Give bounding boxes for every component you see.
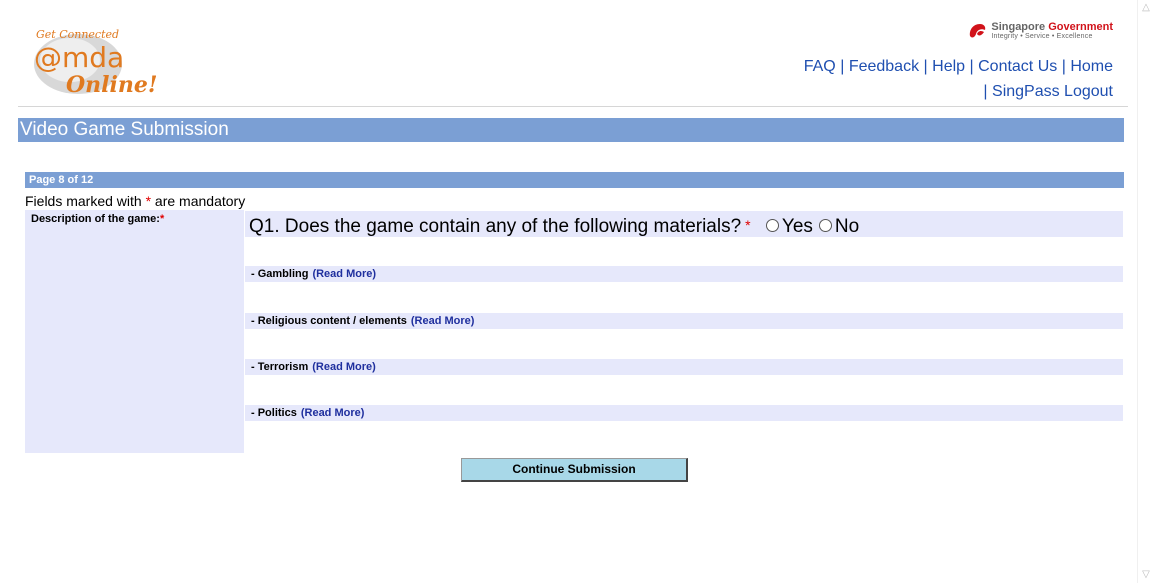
home-link[interactable]: Home <box>1070 58 1113 75</box>
field-label-cell: Description of the game:* <box>25 210 244 453</box>
page-indicator: Page 8 of 12 <box>25 172 1124 188</box>
field-label: Description of the game:* <box>31 213 165 225</box>
top-nav: FAQ | Feedback | Help | Contact Us | Hom… <box>803 58 1113 100</box>
read-more-link[interactable]: (Read More) <box>411 315 475 327</box>
faq-link[interactable]: FAQ <box>804 58 836 75</box>
item-label: - Terrorism <box>251 361 309 373</box>
list-item: - Gambling (Read More) <box>245 266 1123 282</box>
read-more-link[interactable]: (Read More) <box>301 407 365 419</box>
scroll-down-icon[interactable]: ▽ <box>1140 568 1152 582</box>
singapore-government-logo: Singapore Government Integrity • Service… <box>967 22 1113 40</box>
page-title: Video Game Submission <box>18 118 1124 142</box>
logo-tagline: Get Connected <box>36 28 119 41</box>
question-row: Q1. Does the game contain any of the fol… <box>245 211 1123 237</box>
continue-submission-button[interactable]: Continue Submission <box>461 458 688 482</box>
item-label: - Religious content / elements <box>251 315 407 327</box>
singpass-logout-link[interactable]: SingPass Logout <box>992 83 1113 100</box>
yes-label: Yes <box>781 216 813 237</box>
page: Get Connected @mda Online! Singapore Gov… <box>0 0 1137 583</box>
logo-main: @mda <box>34 41 124 74</box>
contact-us-link[interactable]: Contact Us <box>978 58 1057 75</box>
logo-online: Online! <box>66 72 156 98</box>
required-star: * <box>745 217 751 233</box>
question-text: Q1. Does the game contain any of the fol… <box>249 216 742 237</box>
no-label: No <box>834 216 860 237</box>
list-item: - Politics (Read More) <box>245 405 1123 421</box>
field-value-cell: Q1. Does the game contain any of the fol… <box>245 210 1123 453</box>
gov-tagline: Integrity • Service • Excellence <box>991 33 1093 40</box>
read-more-link[interactable]: (Read More) <box>312 268 376 280</box>
lion-head-icon <box>970 24 986 38</box>
no-radio[interactable] <box>818 219 832 232</box>
read-more-link[interactable]: (Read More) <box>312 361 376 373</box>
feedback-link[interactable]: Feedback <box>849 58 919 75</box>
mandatory-note: Fields marked with * are mandatory <box>25 193 246 209</box>
yes-radio[interactable] <box>765 219 779 232</box>
gov-name: Singapore Government <box>991 21 1113 33</box>
mda-online-logo: Get Connected @mda Online! <box>34 28 156 98</box>
list-item: - Religious content / elements (Read More… <box>245 313 1123 329</box>
vertical-scrollbar[interactable]: △ ▽ <box>1137 0 1153 583</box>
help-link[interactable]: Help <box>932 58 965 75</box>
scroll-up-icon[interactable]: △ <box>1140 1 1152 15</box>
header-divider <box>18 106 1128 107</box>
list-item: - Terrorism (Read More) <box>245 359 1123 375</box>
item-label: - Politics <box>251 407 297 419</box>
item-label: - Gambling <box>251 268 309 280</box>
